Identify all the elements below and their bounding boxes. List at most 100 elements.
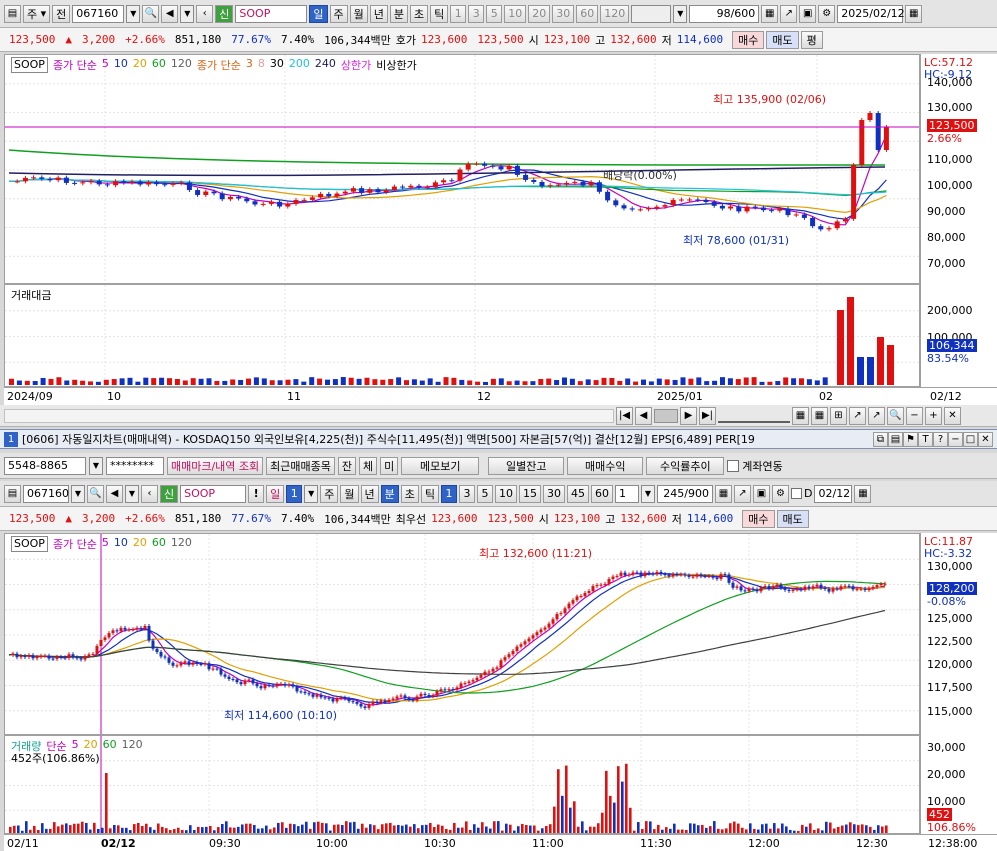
sell-button[interactable]: 매도 <box>766 30 799 49</box>
save-icon[interactable]: ▣ <box>799 4 817 23</box>
bottom-draw-icon[interactable]: ↗ <box>734 484 751 503</box>
bottom-period-dropdown[interactable]: ▼ <box>641 484 655 503</box>
period-3[interactable]: 3 <box>468 4 485 23</box>
bottom-interval-tick[interactable]: 틱 <box>420 484 439 503</box>
executed-button[interactable]: 체 <box>359 456 378 475</box>
grid-small-icon[interactable]: ▦ <box>792 406 809 425</box>
zoom-out-icon[interactable]: − <box>906 406 923 425</box>
bottom-stock-name-field[interactable]: SOOP <box>180 484 247 503</box>
bottom-period-5[interactable]: 5 <box>477 484 493 503</box>
period-30[interactable]: 30 <box>552 4 575 23</box>
bottom-price-chart[interactable]: SOOP 종가 단순 5 10 20 60 120 최고 132,600 (11… <box>4 533 920 735</box>
scroll-right-icon[interactable]: ▶ <box>680 406 697 425</box>
period-60[interactable]: 60 <box>576 4 599 23</box>
bottom-sell-button[interactable]: 매도 <box>776 509 809 528</box>
zoom-in-icon[interactable]: + <box>925 406 942 425</box>
stock-code-input[interactable]: 067160 <box>72 4 125 23</box>
period-custom-input[interactable] <box>631 4 672 23</box>
bottom-interval-month[interactable]: 월 <box>340 484 359 503</box>
interval-minute[interactable]: 분 <box>389 4 409 23</box>
bottom-period-45[interactable]: 45 <box>567 484 589 503</box>
interval-week[interactable]: 주 <box>329 4 348 23</box>
zoom-search-icon[interactable]: 🔍 <box>887 406 904 425</box>
buy-button[interactable]: 매수 <box>732 30 765 49</box>
link-icon[interactable]: ⧉ <box>873 431 888 447</box>
bottom-prev-icon[interactable]: ‹ <box>141 484 158 503</box>
pin-icon[interactable]: ⚑ <box>903 431 918 447</box>
bottom-period-30[interactable]: 30 <box>543 484 565 503</box>
zoom-slider[interactable] <box>718 409 790 423</box>
interval-second[interactable]: 초 <box>410 4 429 23</box>
bottom-buy-button[interactable]: 매수 <box>742 509 775 528</box>
bottom-period-custom[interactable]: 1 <box>615 484 639 503</box>
bottom-period-10[interactable]: 10 <box>495 484 517 503</box>
period-10[interactable]: 10 <box>504 4 527 23</box>
interval-tick[interactable]: 틱 <box>430 4 449 23</box>
bottom-settings-icon[interactable]: ⚙ <box>772 484 789 503</box>
trade-profit-button[interactable]: 매매수익 <box>567 456 644 475</box>
period-20[interactable]: 20 <box>528 4 551 23</box>
draw-icon[interactable]: ↗ <box>780 4 798 23</box>
help-icon[interactable]: ? <box>933 431 948 447</box>
account-dropdown[interactable]: ▼ <box>89 456 103 475</box>
bottom-period-3[interactable]: 3 <box>459 484 475 503</box>
code-dropdown[interactable]: ▼ <box>126 4 141 23</box>
minimize-icon[interactable]: − <box>948 431 963 447</box>
top-price-chart[interactable]: SOOP 종가 단순 5 10 20 60 120 종가 단순 3 8 30 2… <box>4 54 920 284</box>
period-120[interactable]: 120 <box>600 4 630 23</box>
recent-trades-button[interactable]: 최근매매종목 <box>266 456 335 475</box>
print-icon[interactable]: ▤ <box>888 431 903 447</box>
stock-name-field[interactable]: SOOP <box>235 4 308 23</box>
period-dropdown[interactable]: ▼ <box>673 4 688 23</box>
period-1[interactable]: 1 <box>450 4 467 23</box>
scroll-track[interactable] <box>4 408 614 423</box>
sound-dropdown[interactable]: ▼ <box>180 4 195 23</box>
bottom-period-60[interactable]: 60 <box>591 484 613 503</box>
multi-line-icon[interactable]: ↗ <box>868 406 885 425</box>
return-trend-button[interactable]: 수익률추이 <box>646 456 725 475</box>
daily-balance-button[interactable]: 일별잔고 <box>488 456 565 475</box>
account-number-input[interactable]: 5548-8865 <box>4 456 86 475</box>
bottom-stock-code-input[interactable]: 067160 <box>23 484 69 503</box>
interval-day[interactable]: 일 <box>309 4 328 23</box>
window-menu-icon[interactable]: ▤ <box>4 4 21 23</box>
bottom-day-count[interactable]: 1 <box>286 484 303 503</box>
alert-button[interactable]: ! <box>248 484 265 503</box>
scroll-thumb[interactable] <box>654 408 678 423</box>
font-icon[interactable]: T <box>918 431 933 447</box>
close-icon[interactable]: ✕ <box>978 431 993 447</box>
scroll-last-icon[interactable]: ▶| <box>699 406 716 425</box>
bottom-save-icon[interactable]: ▣ <box>753 484 770 503</box>
top-volume-chart[interactable]: 거래대금 <box>4 284 920 387</box>
settings-icon[interactable]: ⚙ <box>818 4 836 23</box>
bottom-period-15[interactable]: 15 <box>519 484 541 503</box>
memo-button[interactable]: 메모보기 <box>401 456 480 475</box>
scroll-first-icon[interactable]: |◀ <box>616 406 633 425</box>
fit-icon[interactable]: ✕ <box>944 406 961 425</box>
date-input[interactable]: 2025/02/12 <box>837 4 905 23</box>
account-link-checkbox[interactable] <box>727 459 740 472</box>
bottom-interval-minute[interactable]: 분 <box>380 484 399 503</box>
bottom-bar-count-input[interactable]: 245/900 <box>657 484 713 503</box>
search-icon[interactable]: 🔍 <box>142 4 160 23</box>
bottom-period-1[interactable]: 1 <box>441 484 457 503</box>
bottom-interval-week[interactable]: 주 <box>320 484 339 503</box>
bar-count-input[interactable]: 98/600 <box>689 4 760 23</box>
calendar-icon[interactable]: ▦ <box>905 4 923 23</box>
bottom-sound-dropdown[interactable]: ▼ <box>125 484 139 503</box>
market-select[interactable]: 주 ▾ <box>23 4 51 23</box>
unexecuted-button[interactable]: 미 <box>380 456 399 475</box>
balance-button[interactable]: 잔 <box>337 456 357 475</box>
all-button[interactable]: 전 <box>52 4 71 23</box>
maximize-icon[interactable]: □ <box>963 431 978 447</box>
bottom-code-dropdown[interactable]: ▼ <box>71 484 85 503</box>
bottom-window-menu-icon[interactable]: ▤ <box>4 484 21 503</box>
date-checkbox[interactable] <box>791 488 802 499</box>
bottom-grid-icon[interactable]: ▦ <box>715 484 732 503</box>
bottom-interval-second[interactable]: 초 <box>400 484 419 503</box>
sound-icon[interactable]: ◀ <box>161 4 179 23</box>
bottom-sound-icon[interactable]: ◀ <box>106 484 123 503</box>
interval-month[interactable]: 월 <box>349 4 368 23</box>
prev-icon[interactable]: ‹ <box>196 4 214 23</box>
bottom-interval-day[interactable]: 일 <box>266 484 285 503</box>
